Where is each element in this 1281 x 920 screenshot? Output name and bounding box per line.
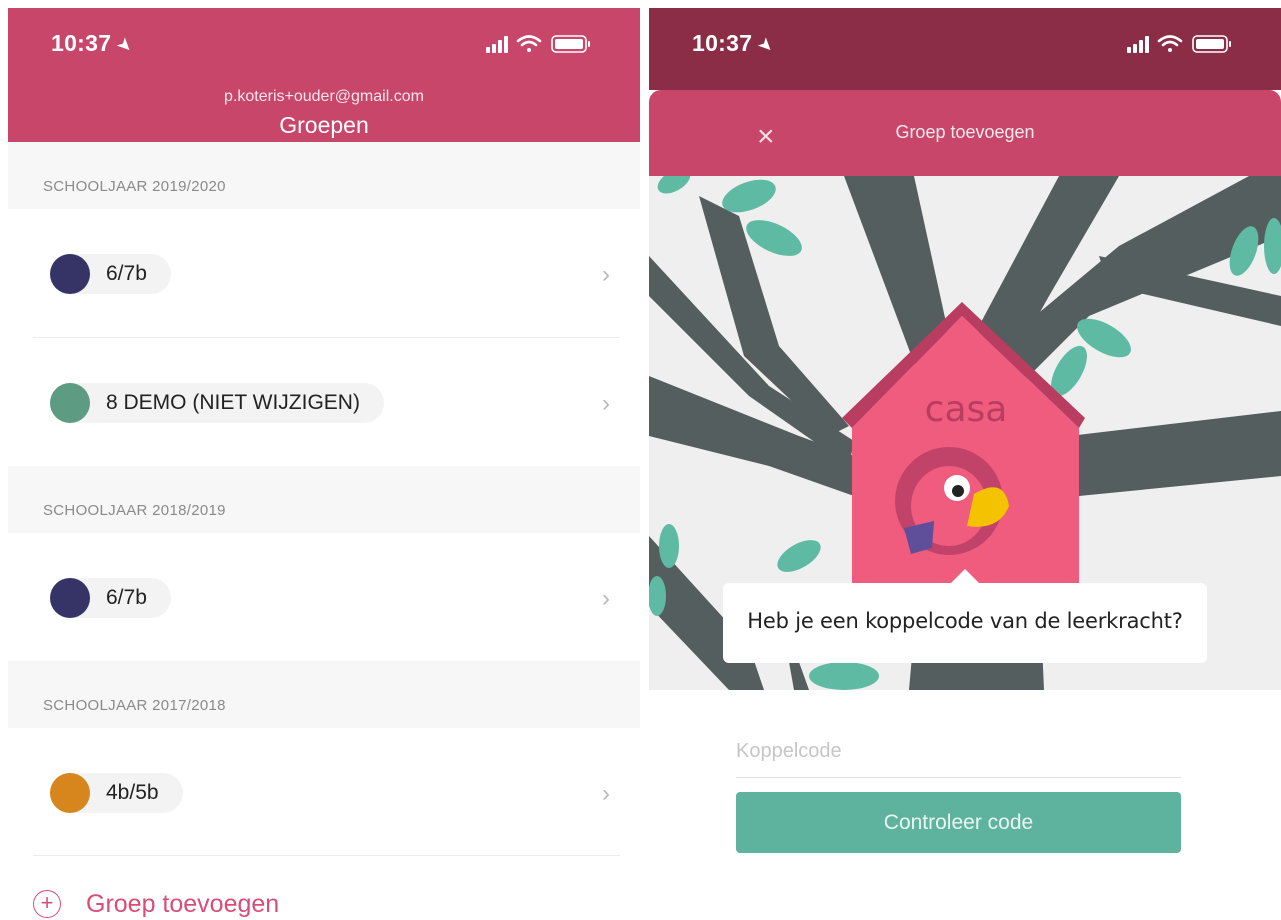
section-title: SCHOOLJAAR 2018/2019 bbox=[43, 502, 226, 519]
location-arrow-icon: ➤ bbox=[112, 32, 138, 58]
status-time: 10:37➤ bbox=[692, 30, 779, 58]
wifi-icon bbox=[516, 35, 542, 52]
section-header-2019-2020: SCHOOLJAAR 2019/2020 bbox=[8, 142, 640, 209]
group-name: 8 DEMO (NIET WIJZIGEN) bbox=[106, 391, 360, 414]
chevron-right-icon: › bbox=[602, 261, 610, 288]
row-divider bbox=[33, 855, 620, 856]
house-label: casa bbox=[925, 389, 1008, 430]
group-pill: 8 DEMO (NIET WIJZIGEN) bbox=[50, 383, 384, 423]
groups-screen: 10:37➤ p.koteris+ouder@gmail.com Groepen… bbox=[8, 8, 640, 920]
user-email: p.koteris+ouder@gmail.com bbox=[224, 88, 424, 105]
group-row-4b-5b[interactable]: 4b/5b › bbox=[8, 728, 640, 856]
cellular-signal-icon bbox=[1127, 36, 1149, 53]
battery-icon bbox=[1192, 35, 1231, 53]
section-header-2017-2018: SCHOOLJAAR 2017/2018 bbox=[8, 661, 640, 728]
group-color-dot bbox=[50, 383, 90, 423]
location-arrow-icon: ➤ bbox=[753, 32, 779, 58]
modal-header: × Groep toevoegen bbox=[649, 90, 1281, 176]
group-pill: 6/7b bbox=[50, 254, 171, 294]
status-time: 10:37➤ bbox=[51, 30, 138, 58]
page-title: Groepen bbox=[279, 112, 369, 138]
section-title: SCHOOLJAAR 2019/2020 bbox=[43, 178, 226, 195]
group-row-8-demo[interactable]: 8 DEMO (NIET WIJZIGEN) › bbox=[8, 338, 640, 466]
group-pill: 4b/5b bbox=[50, 773, 183, 813]
section-title: SCHOOLJAAR 2017/2018 bbox=[43, 697, 226, 714]
chevron-right-icon: › bbox=[602, 585, 610, 612]
group-pill: 6/7b bbox=[50, 578, 171, 618]
group-row-6-7b-2018[interactable]: 6/7b › bbox=[8, 533, 640, 661]
status-icons bbox=[1127, 35, 1231, 53]
group-name: 4b/5b bbox=[106, 781, 159, 804]
modal-title: Groep toevoegen bbox=[895, 122, 1035, 142]
groups-header: 10:37➤ p.koteris+ouder@gmail.com Groepen bbox=[8, 8, 640, 142]
check-code-button[interactable]: Controleer code bbox=[736, 792, 1181, 853]
battery-icon bbox=[551, 35, 590, 53]
group-color-dot bbox=[50, 578, 90, 618]
group-name: 6/7b bbox=[106, 262, 147, 285]
wifi-icon bbox=[1157, 35, 1183, 52]
status-icons bbox=[486, 35, 590, 53]
section-header-2018-2019: SCHOOLJAAR 2018/2019 bbox=[8, 466, 640, 533]
cellular-signal-icon bbox=[486, 36, 508, 53]
casa-illustration: casa Heb je een koppelcode van de leerkr… bbox=[649, 176, 1281, 690]
group-color-dot bbox=[50, 254, 90, 294]
group-row-6-7b-2019[interactable]: 6/7b › bbox=[8, 209, 640, 337]
speech-bubble: Heb je een koppelcode van de leerkracht? bbox=[723, 569, 1207, 663]
chevron-right-icon: › bbox=[602, 780, 610, 807]
koppelcode-input[interactable] bbox=[736, 726, 1181, 778]
add-group-screen: 10:37➤ × Groep toevoegen casa Heb je een… bbox=[649, 8, 1281, 920]
group-name: 6/7b bbox=[106, 586, 147, 609]
status-bar-dimmed: 10:37➤ bbox=[649, 8, 1281, 90]
plus-circle-icon: + bbox=[33, 890, 61, 918]
group-color-dot bbox=[50, 773, 90, 813]
add-group-label: Groep toevoegen bbox=[86, 890, 280, 918]
chevron-right-icon: › bbox=[602, 390, 610, 417]
speech-text: Heb je een koppelcode van de leerkracht? bbox=[747, 609, 1183, 633]
